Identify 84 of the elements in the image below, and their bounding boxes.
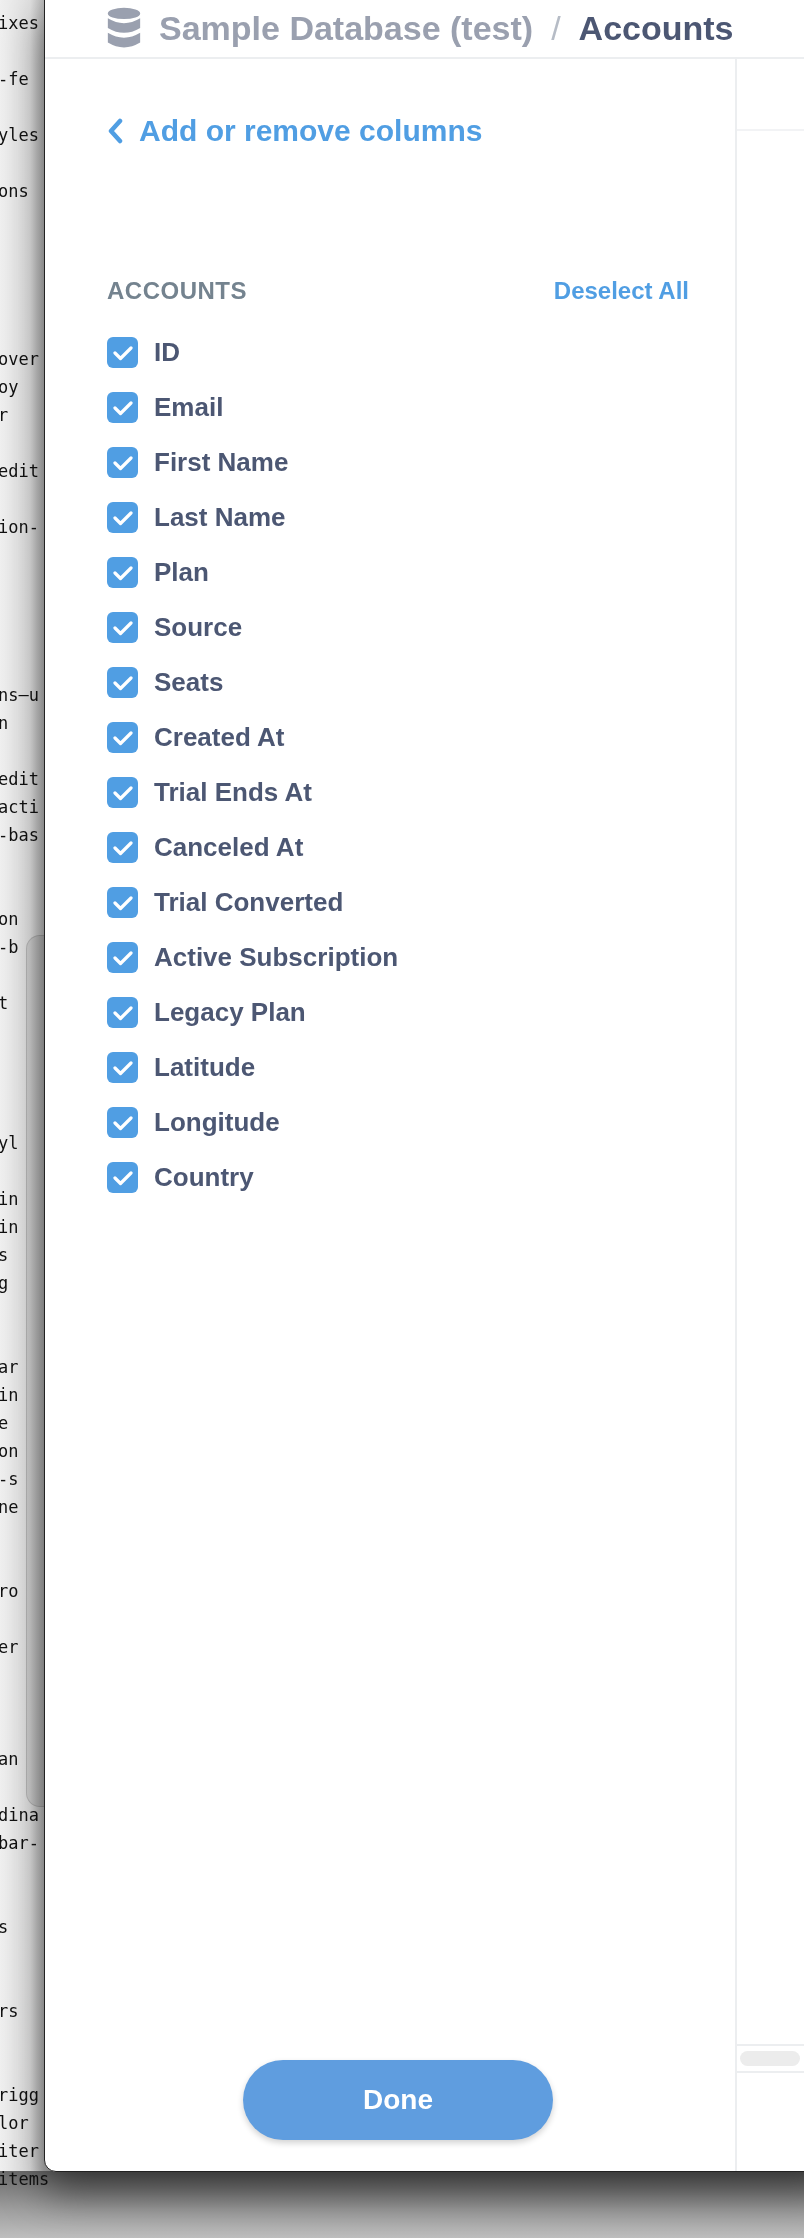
- terminal-text: oy: [0, 376, 19, 399]
- column-label: Canceled At: [154, 832, 304, 863]
- checkbox[interactable]: [107, 447, 138, 478]
- column-label: Longitude: [154, 1107, 280, 1138]
- terminal-text: in: [0, 1216, 19, 1239]
- check-icon: [112, 454, 133, 471]
- terminal-text: bar-: [0, 1832, 39, 1855]
- checkbox[interactable]: [107, 942, 138, 973]
- terminal-text: ns—u: [0, 684, 39, 707]
- terminal-text: rigg: [0, 2084, 39, 2107]
- deselect-all-link[interactable]: Deselect All: [553, 277, 689, 305]
- column-label: Active Subscription: [154, 942, 399, 973]
- column-label: Trial Ends At: [154, 777, 312, 808]
- column-label: Trial Converted: [154, 887, 344, 918]
- check-icon: [112, 344, 133, 361]
- terminal-text: on: [0, 908, 19, 931]
- check-icon: [112, 674, 133, 691]
- check-icon: [112, 729, 133, 746]
- column-label: Last Name: [154, 502, 286, 533]
- check-icon: [112, 619, 133, 636]
- terminal-text: on: [0, 1440, 19, 1463]
- terminal-text: ne: [0, 1496, 19, 1519]
- column-label: First Name: [154, 447, 289, 478]
- terminal-text: rs: [0, 2000, 19, 2023]
- check-icon: [112, 949, 133, 966]
- column-label: Source: [154, 612, 243, 643]
- breadcrumb-separator: /: [551, 8, 561, 48]
- terminal-text: in: [0, 1188, 19, 1211]
- breadcrumb-title: Accounts: [578, 8, 734, 48]
- column-label: Legacy Plan: [154, 997, 306, 1028]
- checkbox[interactable]: [107, 392, 138, 423]
- column-label: Latitude: [154, 1052, 256, 1083]
- checkbox[interactable]: [107, 667, 138, 698]
- column-label: ID: [154, 337, 180, 368]
- terminal-text: ion-: [0, 516, 39, 539]
- checkbox[interactable]: [107, 1052, 138, 1083]
- check-icon: [112, 784, 133, 801]
- terminal-text: iter: [0, 2140, 39, 2163]
- check-icon: [112, 509, 133, 526]
- column-label: Plan: [154, 557, 209, 588]
- terminal-text: in: [0, 1384, 19, 1407]
- checkbox[interactable]: [107, 612, 138, 643]
- check-icon: [112, 1059, 133, 1076]
- terminal-text: lor: [0, 2112, 29, 2135]
- section-title: ACCOUNTS: [107, 277, 247, 305]
- checkbox[interactable]: [107, 337, 138, 368]
- terminal-text: n: [0, 712, 9, 735]
- terminal-text: ons: [0, 180, 29, 203]
- checkbox[interactable]: [107, 557, 138, 588]
- column-label: Created At: [154, 722, 285, 753]
- terminal-text: -s: [0, 1468, 19, 1491]
- terminal-text: over: [0, 348, 39, 371]
- terminal-text: ixes: [0, 12, 39, 35]
- back-link[interactable]: Add or remove columns: [107, 109, 483, 153]
- terminal-text: -bas: [0, 824, 39, 847]
- check-icon: [112, 839, 133, 856]
- database-icon: [107, 7, 141, 49]
- terminal-text: r: [0, 404, 9, 427]
- check-icon: [112, 399, 133, 416]
- check-icon: [112, 1169, 133, 1186]
- terminal-text: s: [0, 1244, 9, 1267]
- terminal-text: ro: [0, 1580, 19, 1603]
- checkbox[interactable]: [107, 887, 138, 918]
- terminal-text: s: [0, 1916, 9, 1939]
- terminal-text: items: [0, 2168, 50, 2191]
- checkbox[interactable]: [107, 777, 138, 808]
- checkbox[interactable]: [107, 1162, 138, 1193]
- chevron-left-icon: [107, 118, 123, 144]
- column-label: Country: [154, 1162, 254, 1193]
- check-icon: [112, 1114, 133, 1131]
- terminal-text: -fe: [0, 68, 29, 91]
- checkbox[interactable]: [107, 1107, 138, 1138]
- column-label: Email: [154, 392, 224, 423]
- checkbox[interactable]: [107, 832, 138, 863]
- checkbox[interactable]: [107, 502, 138, 533]
- check-icon: [112, 1004, 133, 1021]
- checkbox[interactable]: [107, 997, 138, 1028]
- checkbox[interactable]: [107, 722, 138, 753]
- breadcrumb-link[interactable]: Sample Database (test): [159, 8, 534, 48]
- terminal-text: -b: [0, 936, 19, 959]
- check-icon: [112, 894, 133, 911]
- done-button[interactable]: Done: [243, 2060, 553, 2140]
- column-label: Seats: [154, 667, 224, 698]
- check-icon: [112, 564, 133, 581]
